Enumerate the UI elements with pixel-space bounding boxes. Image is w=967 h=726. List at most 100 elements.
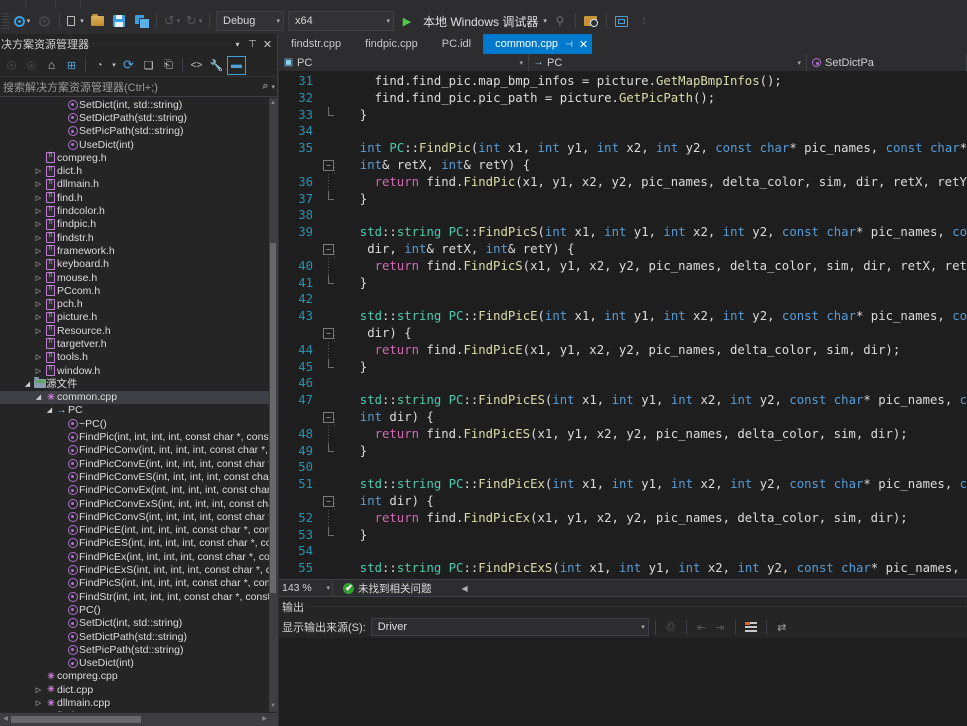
- code-line[interactable]: −int dir) {: [279, 577, 967, 579]
- tree-item[interactable]: SetPicPath(std::string): [0, 125, 270, 138]
- redo-icon[interactable]: ↻ ▾: [183, 10, 205, 32]
- scrollbar-thumb[interactable]: [270, 243, 276, 593]
- code-line[interactable]: 33}: [279, 106, 967, 124]
- collapse-region-icon[interactable]: −: [323, 495, 334, 507]
- collapsed-arrow-icon[interactable]: ▷: [33, 234, 44, 242]
- open-folder-icon[interactable]: [86, 10, 108, 32]
- collapsed-arrow-icon[interactable]: ▷: [33, 313, 44, 321]
- preview-selected-icon[interactable]: ▬: [227, 55, 246, 75]
- screenshot-icon[interactable]: [611, 10, 633, 32]
- scroll-right-icon[interactable]: ▶: [259, 713, 270, 726]
- wrench-icon[interactable]: 🔧: [207, 56, 226, 75]
- code-line[interactable]: 47 std::string PC::FindPicES(int x1, int …: [279, 392, 967, 409]
- navigate-forward-icon[interactable]: [33, 10, 55, 32]
- find-in-files-icon[interactable]: [580, 10, 602, 32]
- scrollbar-thumb[interactable]: [11, 716, 141, 723]
- tree-item[interactable]: PC(): [0, 603, 270, 616]
- collapsed-arrow-icon[interactable]: ▷: [33, 699, 44, 707]
- nav-member-combo[interactable]: SetDictPa: [807, 54, 967, 71]
- tree-item[interactable]: FindPicConv(int, int, int, int, const ch…: [0, 444, 270, 457]
- code-line[interactable]: 55 std::string PC::FindPicExS(int x1, int…: [279, 560, 967, 577]
- collapsed-arrow-icon[interactable]: ▷: [33, 287, 44, 295]
- collapse-all-icon[interactable]: ◔: [90, 56, 109, 75]
- tree-item[interactable]: ◢ → PC: [0, 404, 270, 417]
- tree-item[interactable]: ▷ findpic.h: [0, 218, 270, 231]
- collapsed-arrow-icon[interactable]: ▷: [33, 167, 44, 175]
- refresh-icon[interactable]: ⟳: [119, 56, 138, 75]
- expanded-arrow-icon[interactable]: ◢: [44, 406, 55, 414]
- search-box[interactable]: 搜索解决方案资源管理器(Ctrl+;) ⌕ ▾: [0, 76, 277, 97]
- code-line[interactable]: 31 find.find_pic.map_bmp_infos = picture.…: [279, 73, 967, 90]
- editor-tab[interactable]: findpic.cpp: [353, 34, 430, 54]
- tree-item[interactable]: ~PC(): [0, 417, 270, 430]
- close-tab-icon[interactable]: ✕: [579, 38, 588, 51]
- tree-item[interactable]: FindPicES(int, int, int, int, const char…: [0, 537, 270, 550]
- code-line[interactable]: 54: [279, 543, 967, 560]
- solution-configuration-combo[interactable]: Debug ▾: [216, 11, 284, 31]
- forward-icon[interactable]: [22, 56, 41, 75]
- code-line[interactable]: 43 std::string PC::FindPicE(int x1, int y…: [279, 308, 967, 325]
- collapse-region-icon[interactable]: −: [323, 243, 334, 255]
- pending-changes-icon[interactable]: ⊞: [62, 56, 81, 75]
- find-message-icon[interactable]: ⎙: [662, 618, 680, 636]
- tree-item[interactable]: ▷ keyboard.h: [0, 258, 270, 271]
- go-to-previous-icon[interactable]: ⇤: [693, 618, 711, 636]
- scroll-up-icon[interactable]: ▲: [269, 98, 277, 109]
- code-line[interactable]: 38: [279, 207, 967, 224]
- tree-item[interactable]: ▷ find.h: [0, 191, 270, 204]
- code-line[interactable]: 42: [279, 291, 967, 308]
- tree-item[interactable]: ▷ mouse.h: [0, 271, 270, 284]
- code-view-icon[interactable]: <>: [187, 56, 206, 75]
- tree-item[interactable]: compreg.h: [0, 151, 270, 164]
- properties-icon[interactable]: ⎗: [159, 56, 178, 75]
- collapsed-arrow-icon[interactable]: ▷: [33, 300, 44, 308]
- collapse-region-icon[interactable]: −: [323, 327, 334, 339]
- collapsed-arrow-icon[interactable]: ▷: [33, 686, 44, 694]
- tree-item[interactable]: SetDict(int, std::string): [0, 617, 270, 630]
- tree-item[interactable]: ▷ Resource.h: [0, 324, 270, 337]
- tree-item[interactable]: targetver.h: [0, 337, 270, 350]
- editor-tab[interactable]: common.cpp ⊣ ✕: [483, 34, 593, 54]
- tree-item[interactable]: FindPicS(int, int, int, int, const char …: [0, 577, 270, 590]
- navigate-backward-icon[interactable]: ▾: [11, 10, 33, 32]
- scroll-down-icon[interactable]: ▼: [269, 701, 277, 712]
- tree-item[interactable]: FindPicE(int, int, int, int, const char …: [0, 524, 270, 537]
- editor-tab[interactable]: PC.idl: [430, 34, 483, 54]
- tree-horizontal-scrollbar[interactable]: ◀ ▶: [0, 713, 278, 726]
- pin-icon[interactable]: ⊤: [245, 35, 260, 53]
- toggle-word-wrap-icon[interactable]: ⇄: [773, 618, 791, 636]
- collapsed-arrow-icon[interactable]: ▷: [33, 367, 44, 375]
- code-line[interactable]: 36 return find.FindPic(x1, y1, x2, y2, pi…: [279, 173, 967, 191]
- code-line[interactable]: 40 return find.FindPicS(x1, y1, x2, y2, p…: [279, 257, 967, 275]
- code-line[interactable]: 41}: [279, 274, 967, 292]
- chevron-left-icon[interactable]: ◀: [462, 584, 468, 593]
- tree-item[interactable]: ▷ framework.h: [0, 244, 270, 257]
- code-line[interactable]: − dir, int& retX, int& retY) {: [279, 241, 967, 258]
- chevron-down-icon[interactable]: ▾: [268, 83, 275, 91]
- collapsed-arrow-icon[interactable]: ▷: [33, 247, 44, 255]
- tree-vertical-scrollbar[interactable]: ▲ ▼: [269, 98, 277, 712]
- code-line[interactable]: 52 return find.FindPicEx(x1, y1, x2, y2, …: [279, 509, 967, 527]
- back-icon[interactable]: [2, 56, 21, 75]
- tree-item[interactable]: ▷ picture.h: [0, 311, 270, 324]
- code-line[interactable]: 44 return find.FindPicE(x1, y1, x2, y2, p…: [279, 341, 967, 359]
- home-icon[interactable]: ⌂: [42, 56, 61, 75]
- tree-item[interactable]: FindPicConvE(int, int, int, int, const c…: [0, 457, 270, 470]
- nav-type-combo[interactable]: → PC ▾: [529, 54, 807, 71]
- tree-item[interactable]: FindPicConvEx(int, int, int, int, const …: [0, 484, 270, 497]
- code-line[interactable]: −int dir) {: [279, 409, 967, 426]
- tree-item[interactable]: ▷✳find.cpp: [0, 710, 270, 712]
- code-line[interactable]: −int dir) {: [279, 493, 967, 510]
- tree-item[interactable]: SetDict(int, std::string): [0, 98, 270, 111]
- output-text-area[interactable]: [279, 638, 967, 726]
- pin-tab-icon[interactable]: ⊣: [565, 39, 573, 50]
- tree-item[interactable]: SetDictPath(std::string): [0, 630, 270, 643]
- toolbar-grip[interactable]: [2, 13, 9, 29]
- tree-item[interactable]: ▷ ✳ dict.cpp: [0, 683, 270, 696]
- solution-platform-combo[interactable]: x64 ▾: [288, 11, 394, 31]
- code-line[interactable]: 32 find.find_pic.pic_path = picture.GetPi…: [279, 90, 967, 107]
- code-line[interactable]: 51 std::string PC::FindPicEx(int x1, int …: [279, 476, 967, 493]
- code-line[interactable]: 34: [279, 123, 967, 140]
- collapsed-arrow-icon[interactable]: ▷: [33, 194, 44, 202]
- tree-item[interactable]: FindStr(int, int, int, int, const char *…: [0, 590, 270, 603]
